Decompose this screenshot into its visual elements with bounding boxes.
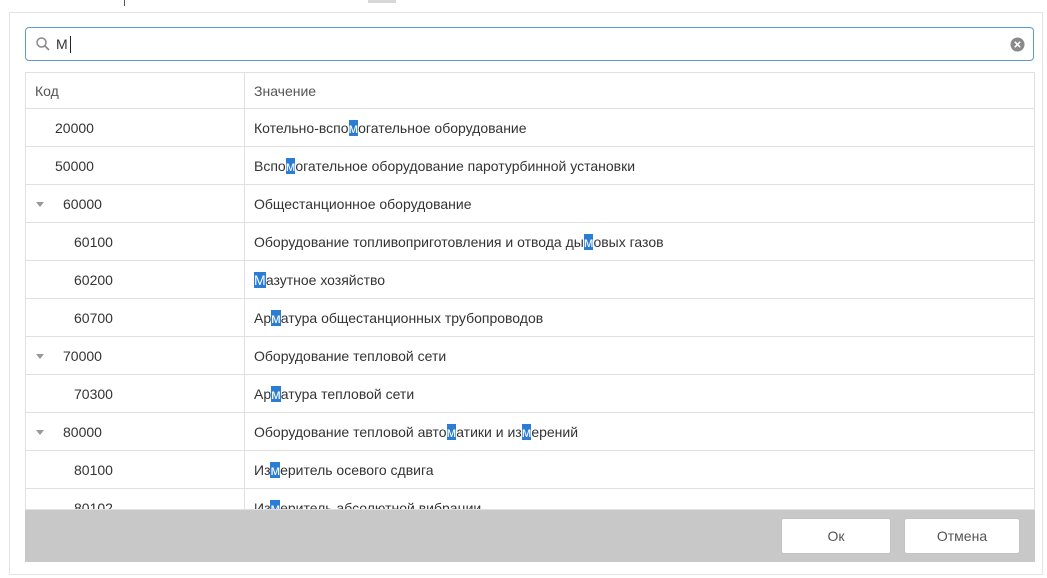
value-cell: Котельно-вспомогательное оборудование [245,109,1034,146]
code-cell: 60000 [26,185,245,222]
code-text: 80000 [63,423,102,440]
value-text: Оборудование тепловой сети [254,347,447,364]
grid-body: 20000 Котельно-вспомогательное оборудован… [26,109,1034,510]
value-cell: Вспомогательное оборудование паротурбинн… [245,147,1034,184]
value-text: Измеритель абсолютной вибрации [254,499,481,509]
value-text: Оборудование тепловой автоматики и измер… [254,423,579,440]
code-text: 50000 [55,157,94,174]
code-cell: 80000 [26,413,245,450]
search-box[interactable] [25,27,1034,61]
search-match-highlight: м [348,119,359,136]
table-row[interactable]: 60000 Общестанционное оборудование [26,185,1034,223]
value-cell: Измеритель осевого сдвига [245,451,1034,488]
value-text: Арматура тепловой сети [254,385,415,402]
search-match-highlight: м [270,499,281,509]
value-text: Арматура общестанционных трубопроводов [254,309,544,326]
code-cell: 60700 [26,299,245,336]
clear-search-icon[interactable] [1010,37,1025,52]
table-row[interactable]: 20000 Котельно-вспомогательное оборудован… [26,109,1034,147]
search-match-highlight: м [583,233,594,250]
code-text: 60000 [63,195,102,212]
table-row[interactable]: 80000 Оборудование тепловой автоматики и … [26,413,1034,451]
background-window-edge [0,0,1047,10]
search-match-highlight: м [285,157,296,174]
table-row[interactable]: 70000 Оборудование тепловой сети [26,337,1034,375]
cancel-button[interactable]: Отмена [904,518,1020,554]
table-row[interactable]: 80100 Измеритель осевого сдвига [26,451,1034,489]
code-cell: 80100 [26,451,245,488]
expand-chevron-icon[interactable] [34,350,46,362]
search-match-highlight: м [270,461,281,478]
background-scroll-thumb [368,0,396,3]
code-cell: 20000 [26,109,245,146]
search-match-highlight: м [521,423,532,440]
code-cell: 80102 [26,489,245,510]
search-match-highlight: М [254,271,266,288]
code-cell: 60100 [26,223,245,260]
lookup-dialog: Код Значение 20000 Котельно-вспомогательн… [9,12,1043,575]
expand-chevron-icon[interactable] [34,426,46,438]
value-text: Мазутное хозяйство [254,271,386,288]
table-row[interactable]: 70300 Арматура тепловой сети [26,375,1034,413]
code-cell: 70300 [26,375,245,412]
code-text: 60200 [74,271,113,288]
search-match-highlight: м [271,309,281,326]
dialog-footer: Ок Отмена [25,510,1035,562]
column-header-value[interactable]: Значение [245,73,1034,108]
tree-grid: Код Значение 20000 Котельно-вспомогательн… [25,72,1035,510]
search-match-highlight: м [446,423,457,440]
table-row[interactable]: 60200 Мазутное хозяйство [26,261,1034,299]
code-text: 70300 [74,385,113,402]
value-text: Общестанционное оборудование [254,195,472,212]
value-cell: Оборудование тепловой автоматики и измер… [245,413,1034,450]
value-cell: Оборудование тепловой сети [245,337,1034,374]
grid-header: Код Значение [26,73,1034,109]
code-text: 80100 [74,461,113,478]
value-text: Оборудование топливоприготовления и отво… [254,233,664,250]
table-row[interactable]: 60100 Оборудование топливоприготовления и… [26,223,1034,261]
value-text: Котельно-вспомогательное оборудование [254,119,527,136]
column-header-code[interactable]: Код [26,73,245,108]
search-match-highlight: м [271,385,281,402]
value-cell: Общестанционное оборудование [245,185,1034,222]
background-divider [124,0,125,6]
code-cell: 70000 [26,337,245,374]
value-cell: Мазутное хозяйство [245,261,1034,298]
table-row[interactable]: 80102 Измеритель абсолютной вибрации [26,489,1034,510]
code-cell: 50000 [26,147,245,184]
value-cell: Арматура тепловой сети [245,375,1034,412]
code-text: 80102 [74,499,113,510]
value-text: Измеритель осевого сдвига [254,461,434,478]
table-row[interactable]: 50000 Вспомогательное оборудование пароту… [26,147,1034,185]
text-caret [70,36,71,53]
code-text: 70000 [63,347,102,364]
table-row[interactable]: 60700 Арматура общестанционных трубопрово… [26,299,1034,337]
search-icon [36,37,50,51]
search-input[interactable] [56,33,1006,55]
value-cell: Измеритель абсолютной вибрации [245,489,1034,509]
value-cell: Арматура общестанционных трубопроводов [245,299,1034,336]
code-text: 20000 [55,119,94,136]
expand-chevron-icon[interactable] [34,198,46,210]
code-text: 60100 [74,233,113,250]
code-cell: 60200 [26,261,245,298]
value-text: Вспомогательное оборудование паротурбинн… [254,157,636,174]
code-text: 60700 [74,309,113,326]
value-cell: Оборудование топливоприготовления и отво… [245,223,1034,260]
ok-button[interactable]: Ок [781,518,891,554]
